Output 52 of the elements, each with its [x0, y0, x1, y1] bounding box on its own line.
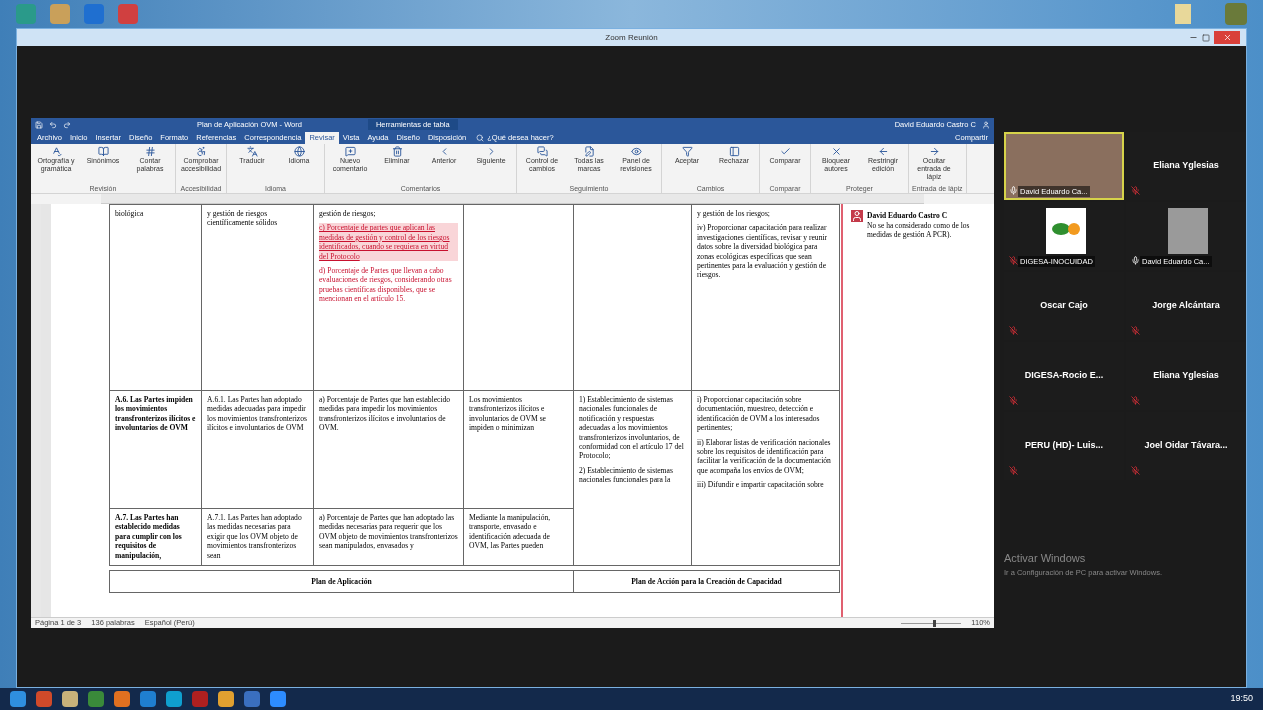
taskbar-app-icon[interactable] — [10, 691, 26, 707]
taskbar-app-icon[interactable] — [62, 691, 78, 707]
close-button[interactable] — [1214, 31, 1240, 44]
taskbar-app-icon[interactable] — [166, 691, 182, 707]
zoom-slider[interactable] — [901, 619, 962, 627]
undo-icon[interactable] — [49, 120, 57, 129]
participant-name: Eliana Yglesias — [1153, 159, 1219, 173]
comment-author-icon — [851, 210, 863, 222]
ribbon-icon — [246, 146, 258, 157]
taskbar-app-icon[interactable] — [36, 691, 52, 707]
user-avatar-icon — [982, 120, 990, 129]
ribbon-icon — [877, 146, 889, 157]
ribbon-icon — [681, 146, 693, 157]
participant-name: Oscar Cajo — [1040, 299, 1088, 313]
ribbon-icon — [830, 146, 842, 157]
participant-name: Eliana Yglesias — [1153, 369, 1219, 383]
participant-name: Jorge Alcántara — [1152, 299, 1220, 313]
taskbar-app-icon[interactable] — [218, 691, 234, 707]
participant-name: Joel Oidar Távara... — [1144, 439, 1228, 453]
slider-thumb[interactable] — [932, 619, 936, 627]
activation-title: Activar Windows — [1004, 551, 1087, 566]
save-icon[interactable] — [35, 120, 43, 129]
desktop-shortcut-icon[interactable] — [50, 4, 70, 24]
ribbon-icon — [928, 146, 940, 157]
photo-placeholder — [1168, 208, 1208, 254]
ribbon-icon — [583, 146, 595, 157]
ribbon-icon — [536, 146, 548, 157]
taskbar-app-icon[interactable] — [88, 691, 104, 707]
taskbar-app-icon[interactable] — [114, 691, 130, 707]
ribbon-icon — [293, 146, 305, 157]
search-icon — [476, 134, 485, 142]
redo-icon[interactable] — [63, 120, 71, 129]
ribbon-icon — [144, 146, 156, 157]
logo-icon — [1046, 208, 1086, 254]
taskbar-app-icon[interactable] — [140, 691, 156, 707]
ribbon-icon — [97, 146, 109, 157]
ribbon-icon — [344, 146, 356, 157]
ribbon-icon — [779, 146, 791, 157]
ribbon-icon — [391, 146, 403, 157]
maximize-icon[interactable] — [1202, 33, 1210, 42]
ribbon-icon — [195, 146, 207, 157]
ribbon-icon — [630, 146, 642, 157]
taskbar-app-icon[interactable] — [244, 691, 260, 707]
close-icon — [1222, 33, 1232, 42]
ribbon-icon — [728, 146, 740, 157]
ribbon-icon — [50, 146, 62, 157]
taskbar-app-icon[interactable] — [192, 691, 208, 707]
participant-name: PERU (HD)- Luis... — [1025, 439, 1103, 453]
window-title: Zoom Reunión — [605, 31, 658, 44]
participant-name: DIGESA-Rocio E... — [1024, 369, 1104, 383]
taskbar-app-icon[interactable] — [270, 691, 286, 707]
taskbar-clock: 19:50 — [1230, 692, 1253, 706]
